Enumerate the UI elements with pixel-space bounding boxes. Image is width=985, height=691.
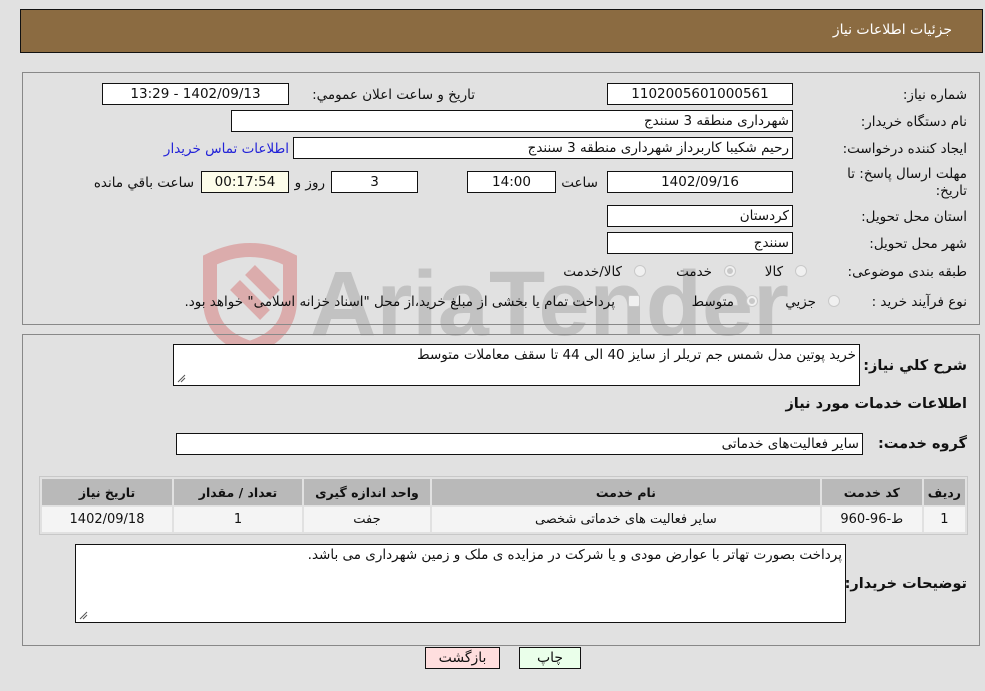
buyer-notes-textarea[interactable]: پرداخت بصورت تهاتر با عوارض مودی و یا شر…: [75, 544, 846, 623]
col-header-quantity: تعداد / مقدار: [174, 479, 302, 505]
buyer-notes-text: پرداخت بصورت تهاتر با عوارض مودی و یا شر…: [307, 547, 842, 563]
resize-handle-icon[interactable]: [176, 373, 186, 383]
deadline-label-line2: تاریخ:: [935, 183, 967, 199]
category-radio-service[interactable]: [724, 265, 736, 277]
purchase-type-option-minor: جزيي: [785, 294, 816, 310]
category-option-goods-service: کالا/خدمت: [563, 264, 622, 280]
purchase-type-radio-medium[interactable]: [746, 295, 758, 307]
cell-row-number: 1: [923, 507, 965, 532]
purchase-type-radio-minor[interactable]: [828, 295, 840, 307]
table-row: 1 ط-96-960 سایر فعالیت های خدماتی شخصی ج…: [42, 507, 965, 532]
page-header: جزئیات اطلاعات نیاز: [20, 9, 983, 53]
need-number-field: 1102005601000561: [607, 83, 793, 105]
col-header-service-name: نام خدمت: [432, 479, 820, 505]
cell-need-date: 1402/09/18: [42, 507, 172, 532]
col-header-need-date: تاریخ نیاز: [42, 479, 172, 505]
services-table-wrapper: ردیف کد خدمت نام خدمت واحد اندازه گیری ت…: [39, 476, 968, 535]
print-button[interactable]: چاپ: [519, 647, 581, 669]
remaining-time-label: ساعت باقي مانده: [93, 175, 194, 191]
service-group-field: سایر فعالیت‌های خدماتی: [176, 433, 863, 455]
purchase-type-label: نوع فرآیند خرید :: [871, 294, 967, 310]
category-radio-goods[interactable]: [795, 265, 807, 277]
province-label: استان محل تحویل:: [861, 209, 967, 225]
city-field: سنندج: [607, 232, 793, 254]
deadline-time-label: ساعت: [561, 175, 598, 191]
requester-field: رحیم شکیبا کاربرداز شهرداری منطقه 3 سنند…: [293, 137, 793, 159]
deadline-time-field: 14:00: [467, 171, 556, 193]
purchase-type-option-medium: متوسط: [691, 294, 734, 310]
announce-datetime-field: 1402/09/13 - 13:29: [102, 83, 289, 105]
treasury-note: پرداخت تمام یا بخشی از مبلغ خرید،از محل …: [184, 294, 615, 310]
requester-label: ایجاد کننده درخواست:: [842, 141, 967, 157]
cell-quantity: 1: [174, 507, 302, 532]
province-field: کردستان: [607, 205, 793, 227]
deadline-date-field: 1402/09/16: [607, 171, 793, 193]
page-title: جزئیات اطلاعات نیاز: [832, 22, 952, 38]
treasury-checkbox[interactable]: [628, 295, 640, 307]
category-option-goods: کالا: [764, 264, 783, 280]
summary-textarea[interactable]: خرید پوتین مدل شمس جم تریلر از سایز 40 ا…: [173, 344, 860, 386]
remaining-days-label: روز و: [294, 175, 325, 191]
summary-label: شرح کلي نیاز:: [863, 358, 967, 374]
buyer-contact-link[interactable]: اطلاعات تماس خریدار: [164, 141, 289, 157]
deadline-label-line1: مهلت ارسال پاسخ: تا: [847, 166, 967, 182]
cell-unit: جفت: [304, 507, 430, 532]
remaining-time-field: 00:17:54: [201, 171, 289, 193]
services-table: ردیف کد خدمت نام خدمت واحد اندازه گیری ت…: [39, 476, 968, 535]
cell-service-code: ط-96-960: [821, 507, 922, 532]
service-group-label: گروه خدمت:: [877, 436, 967, 452]
announce-datetime-label: تاریخ و ساعت اعلان عمومي:: [312, 87, 475, 103]
buyer-org-field: شهرداری منطقه 3 سنندج: [231, 110, 793, 132]
col-header-row-number: ردیف: [923, 479, 965, 505]
buyer-org-label: نام دستگاه خریدار:: [860, 114, 967, 130]
resize-handle-icon[interactable]: [78, 610, 88, 620]
back-button[interactable]: بازگشت: [425, 647, 500, 669]
col-header-unit: واحد اندازه گیری: [304, 479, 430, 505]
category-option-service: خدمت: [676, 264, 712, 280]
remaining-days-field: 3: [331, 171, 418, 193]
cell-service-name: سایر فعالیت های خدماتی شخصی: [432, 507, 820, 532]
col-header-service-code: کد خدمت: [821, 479, 922, 505]
table-header-row: ردیف کد خدمت نام خدمت واحد اندازه گیری ت…: [42, 479, 965, 505]
need-number-label: شماره نیاز:: [902, 87, 967, 103]
category-label: طبقه بندی موضوعی:: [847, 264, 967, 280]
services-heading: اطلاعات خدمات مورد نیاز: [785, 396, 967, 412]
buyer-notes-label: توضیحات خریدار:: [844, 576, 967, 592]
category-radio-goods-service[interactable]: [634, 265, 646, 277]
summary-text: خرید پوتین مدل شمس جم تریلر از سایز 40 ا…: [417, 347, 856, 363]
city-label: شهر محل تحویل:: [869, 236, 967, 252]
